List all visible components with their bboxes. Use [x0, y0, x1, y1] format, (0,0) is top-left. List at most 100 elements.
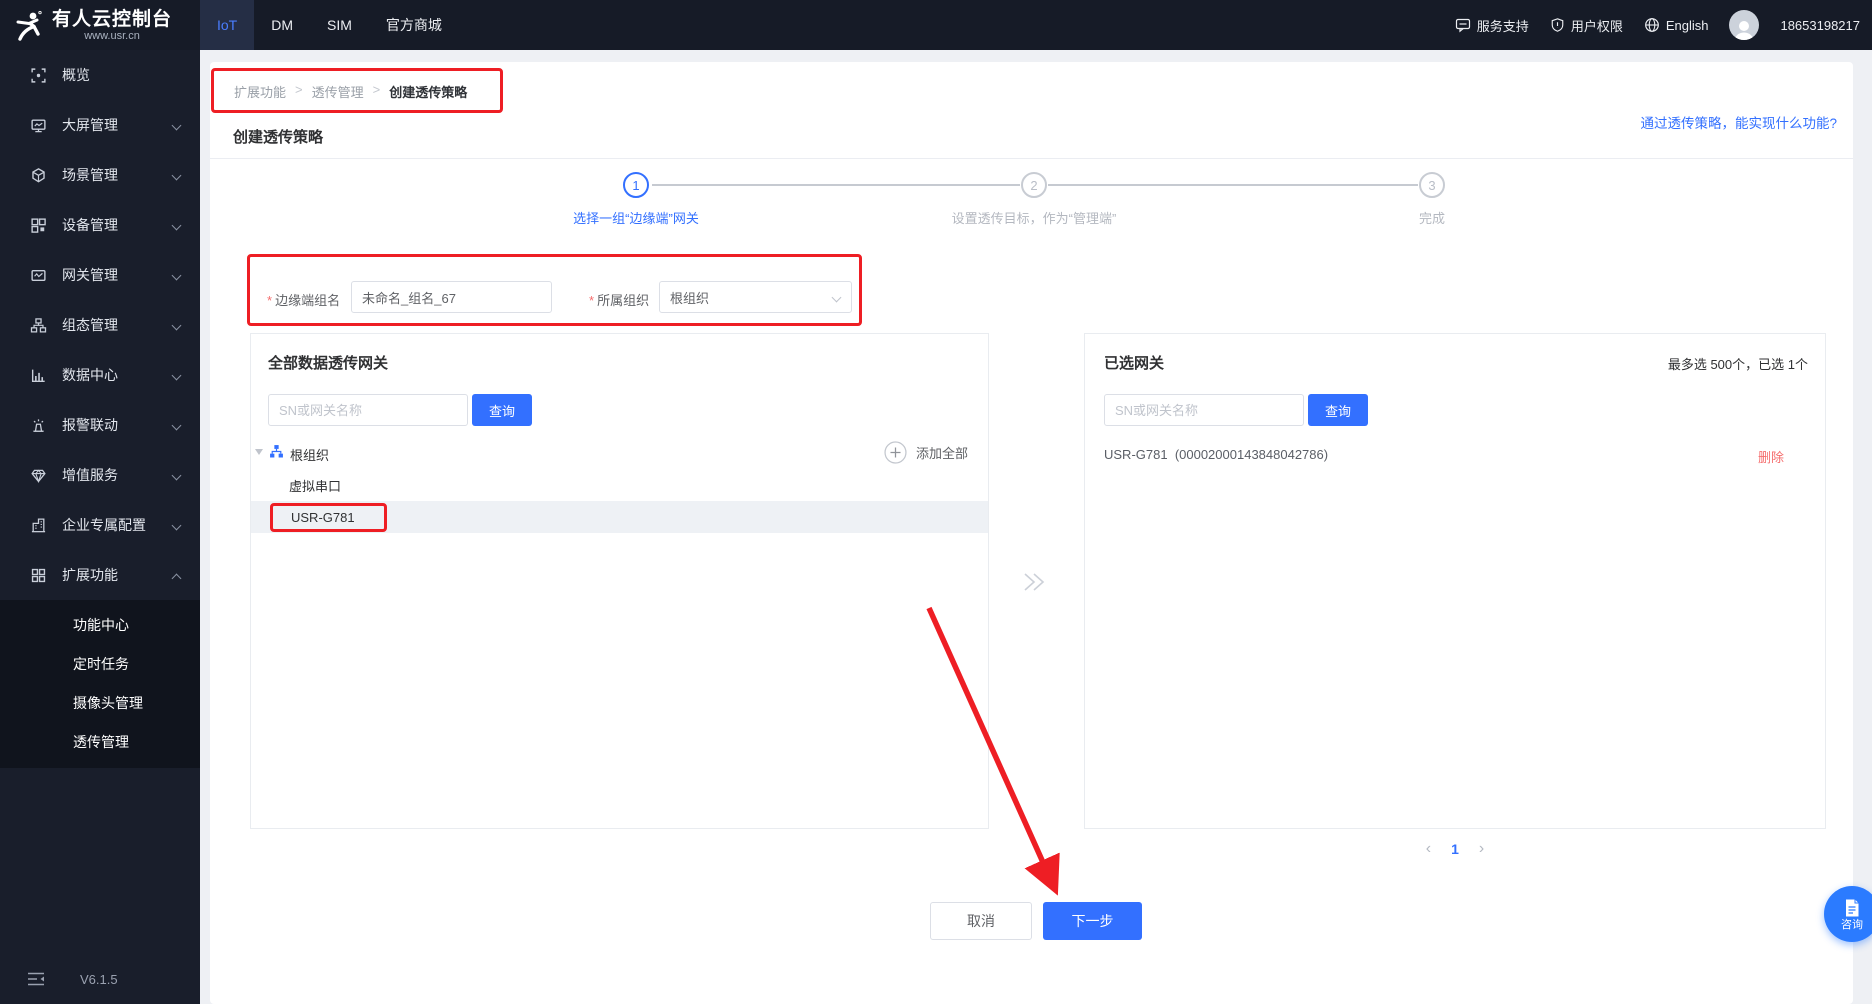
sidebar-item-gateway[interactable]: 网关管理	[0, 250, 200, 300]
extension-submenu: 功能中心 定时任务 摄像头管理 透传管理	[0, 600, 200, 768]
sidebar-item-extension[interactable]: 扩展功能	[0, 550, 200, 600]
breadcrumb-separator: >	[373, 82, 381, 101]
page-title: 创建透传策略	[233, 126, 323, 147]
chevron-down-icon	[172, 121, 182, 131]
chevron-up-icon	[172, 574, 182, 584]
sidebar-item-scene[interactable]: 场景管理	[0, 150, 200, 200]
step-3-circle: 3	[1419, 172, 1445, 198]
avatar[interactable]	[1729, 10, 1759, 40]
sidebar-subitem-scheduled-tasks[interactable]: 定时任务	[0, 645, 200, 684]
delete-link[interactable]: 删除	[1758, 447, 1784, 466]
sidebar-item-enterprise[interactable]: 企业专属配置	[0, 500, 200, 550]
language-switch[interactable]: English	[1644, 17, 1709, 33]
selected-gateways-title: 已选网关	[1104, 352, 1164, 373]
user-permission[interactable]: 用户权限	[1550, 16, 1623, 35]
cancel-button[interactable]: 取消	[930, 902, 1032, 940]
chevron-down-icon	[172, 471, 182, 481]
tree-item-usr-g781[interactable]: USR-G781	[291, 510, 355, 525]
plus-circle-icon	[884, 441, 907, 464]
sidebar-item-data-center[interactable]: 数据中心	[0, 350, 200, 400]
pagination-next-icon[interactable]: ›	[1479, 840, 1484, 858]
data-center-icon	[30, 367, 47, 384]
shield-icon	[1550, 17, 1565, 33]
chevron-down-icon	[832, 293, 842, 303]
tree-item-selected-row[interactable]	[251, 501, 988, 533]
transfer-right-icon	[1018, 566, 1050, 598]
next-step-button[interactable]: 下一步	[1043, 902, 1142, 940]
right-search-button[interactable]: 查询	[1308, 394, 1368, 426]
sidebar-item-label: 组态管理	[62, 315, 118, 335]
sidebar-item-label: 增值服务	[62, 465, 118, 485]
required-mark: *	[267, 293, 272, 308]
tree-expand-caret-icon[interactable]	[255, 449, 263, 455]
sidebar-item-label: 网关管理	[62, 265, 118, 285]
step-2-label: 设置透传目标，作为“管理端”	[884, 208, 1184, 227]
policy-help-link[interactable]: 通过透传策略，能实现什么功能?	[1640, 112, 1837, 132]
right-search-input[interactable]	[1104, 394, 1304, 426]
sidebar-item-screen[interactable]: 大屏管理	[0, 100, 200, 150]
usr-person-logo-icon	[14, 10, 44, 42]
selected-gateway-item: USR-G781 (00002000143848042786)	[1104, 447, 1328, 462]
sidebar-item-overview[interactable]: 概览	[0, 50, 200, 100]
sidebar-item-value-service[interactable]: 增值服务	[0, 450, 200, 500]
breadcrumb-passthrough[interactable]: 透传管理	[312, 82, 364, 101]
value-service-icon	[30, 467, 47, 484]
org-label: *所属组织	[589, 290, 649, 309]
brand-title: 有人云控制台	[52, 9, 172, 30]
sidebar-subitem-function-center[interactable]: 功能中心	[0, 606, 200, 645]
tab-sim[interactable]: SIM	[310, 0, 369, 50]
chat-icon	[1455, 17, 1471, 33]
account-phone[interactable]: 18653198217	[1780, 18, 1860, 33]
sidebar-item-label: 设备管理	[62, 215, 118, 235]
step-2-circle: 2	[1021, 172, 1047, 198]
enterprise-icon	[30, 517, 47, 534]
consult-floating-button[interactable]: 咨询	[1824, 886, 1872, 942]
org-select[interactable]: 根组织	[659, 281, 852, 313]
tab-iot[interactable]: IoT	[200, 0, 254, 50]
breadcrumb-separator: >	[295, 82, 303, 101]
collapse-sidebar-icon[interactable]	[27, 972, 45, 986]
sidebar-item-label: 报警联动	[62, 415, 118, 435]
consult-label: 咨询	[1841, 920, 1863, 931]
user-permission-label: 用户权限	[1571, 16, 1623, 35]
topbar-right: 服务支持 用户权限 English	[1455, 0, 1860, 50]
topbar: 有人云控制台 www.usr.cn IoT DM SIM 官方商城 服务支持	[0, 0, 1872, 50]
extension-icon	[30, 567, 47, 584]
topology-icon	[30, 317, 47, 334]
sidebar-item-alarm[interactable]: 报警联动	[0, 400, 200, 450]
left-search-button[interactable]: 查询	[472, 394, 532, 426]
service-support[interactable]: 服务支持	[1455, 16, 1529, 35]
group-name-input[interactable]	[351, 281, 552, 313]
required-mark: *	[589, 293, 594, 308]
divider	[210, 158, 1853, 159]
sidebar-item-topology[interactable]: 组态管理	[0, 300, 200, 350]
left-search-input[interactable]	[268, 394, 468, 426]
sidebar-footer: V6.1.5	[0, 964, 200, 994]
add-all-button[interactable]: 添加全部	[884, 441, 968, 464]
tree-item-virtual-serial[interactable]: 虚拟串口	[289, 476, 341, 495]
language-label: English	[1666, 18, 1709, 33]
pagination-page-1[interactable]: 1	[1451, 841, 1459, 857]
screen-icon	[30, 117, 47, 134]
pagination-prev-icon[interactable]: ‹	[1426, 840, 1431, 858]
sidebar-subitem-passthrough-management[interactable]: 透传管理	[0, 723, 200, 762]
brand-logo[interactable]: 有人云控制台 www.usr.cn	[14, 9, 172, 42]
gateway-icon	[30, 267, 47, 284]
brand-subtitle: www.usr.cn	[84, 30, 140, 42]
org-select-value: 根组织	[670, 288, 709, 307]
sidebar-item-label: 扩展功能	[62, 565, 118, 585]
step-connector	[1048, 184, 1418, 186]
breadcrumb-extension[interactable]: 扩展功能	[234, 82, 286, 101]
step-1-circle: 1	[623, 172, 649, 198]
selected-gateway-name: USR-G781	[1104, 447, 1168, 462]
globe-icon	[1644, 17, 1660, 33]
sidebar-item-label: 企业专属配置	[62, 515, 146, 535]
sidebar-item-device[interactable]: 设备管理	[0, 200, 200, 250]
chevron-down-icon	[172, 521, 182, 531]
tab-dm[interactable]: DM	[254, 0, 310, 50]
device-icon	[30, 217, 47, 234]
add-all-label: 添加全部	[916, 443, 968, 462]
sidebar-subitem-camera-management[interactable]: 摄像头管理	[0, 684, 200, 723]
tree-root-org[interactable]: 根组织	[290, 445, 329, 464]
tab-mall[interactable]: 官方商城	[369, 0, 459, 50]
